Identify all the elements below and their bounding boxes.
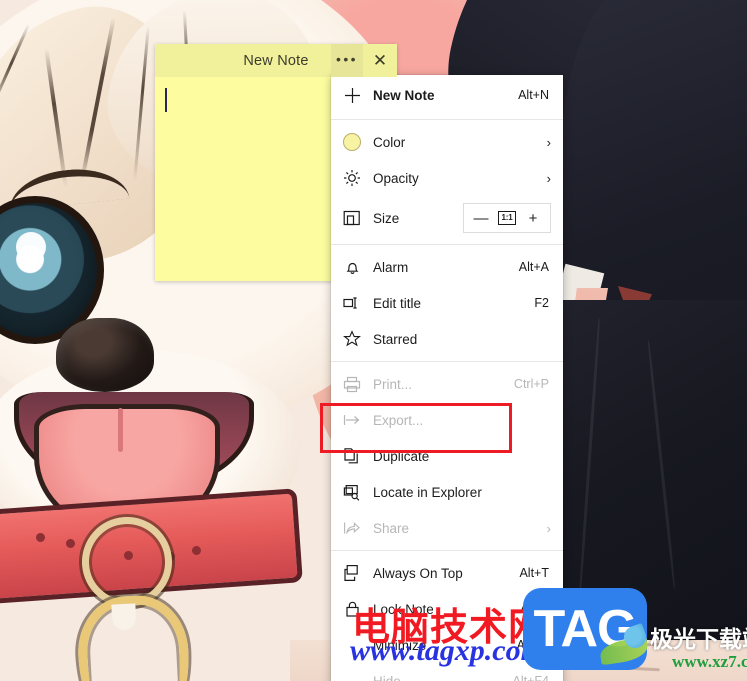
menu-separator — [331, 244, 563, 245]
menu-item-export: Export... — [331, 402, 563, 438]
menu-item-label: Edit title — [373, 295, 422, 311]
star-icon — [331, 330, 373, 348]
chevron-right-icon: › — [546, 520, 551, 536]
menu-item-label: Color — [373, 134, 406, 150]
close-icon: ✕ — [372, 51, 388, 70]
menu-item-always-on-top[interactable]: Always On Top Alt+T — [331, 555, 563, 591]
menu-item-label: Always On Top — [373, 565, 463, 581]
watermark-jiguang-text: 极光下载站 — [650, 627, 747, 653]
menu-item-label: Hide — [373, 673, 401, 681]
menu-item-label: Alarm — [373, 259, 409, 275]
size-increase-button[interactable]: + — [522, 211, 544, 226]
menu-item-accel: Ctrl+P — [513, 377, 549, 391]
menu-item-label: Export... — [373, 412, 424, 428]
size-decrease-button[interactable]: — — [470, 211, 492, 226]
menu-item-locate-in-explorer[interactable]: Locate in Explorer — [331, 474, 563, 510]
menu-item-color[interactable]: Color › — [331, 124, 563, 160]
duplicate-icon — [331, 447, 373, 465]
menu-item-label: Duplicate — [373, 448, 430, 464]
close-note-button[interactable]: ✕ — [363, 44, 397, 77]
rename-icon — [331, 295, 373, 311]
bell-icon — [331, 259, 373, 276]
menu-item-label: Locate in Explorer — [373, 484, 482, 500]
menu-item-share: Share › — [331, 510, 563, 546]
menu-item-label: Share — [373, 520, 410, 536]
menu-item-label: New Note — [373, 87, 435, 103]
share-icon — [331, 520, 373, 536]
size-value: 1:1 — [497, 211, 517, 225]
menu-item-label: Size — [373, 210, 400, 226]
watermark-xz-url: www.xz7.com — [672, 652, 747, 671]
menu-item-accel: Alt+T — [519, 566, 549, 580]
watermark-leaf-icon — [620, 622, 650, 652]
menu-item-duplicate[interactable]: Duplicate — [331, 438, 563, 474]
menu-separator — [331, 119, 563, 120]
always-on-top-icon — [331, 564, 373, 582]
menu-item-new-note[interactable]: New Note Alt+N — [331, 75, 563, 115]
note-window-buttons: ••• ✕ — [331, 44, 397, 77]
menu-item-print: Print... Ctrl+P — [331, 366, 563, 402]
wallpaper-dog-eye-highlight — [16, 232, 46, 262]
menu-item-label: Opacity — [373, 170, 419, 186]
watermark-jiguang: 极光下载站 — [620, 620, 747, 654]
chevron-right-icon: › — [546, 170, 551, 186]
printer-icon — [331, 376, 373, 393]
menu-separator — [331, 550, 563, 551]
menu-item-accel: Alt+N — [518, 88, 549, 102]
watermark-site-url: www.tagxp.com — [350, 634, 544, 667]
wallpaper-dog-tongue-crease — [118, 408, 123, 452]
color-swatch-icon — [331, 133, 373, 151]
menu-item-label: Starred — [373, 331, 418, 347]
chevron-right-icon: › — [546, 134, 551, 150]
export-icon — [331, 413, 373, 427]
locate-icon — [331, 484, 373, 501]
ellipsis-icon: ••• — [336, 51, 358, 67]
menu-item-size[interactable]: Size — 1:1 + — [331, 196, 563, 240]
plus-icon — [331, 87, 373, 104]
menu-separator — [331, 361, 563, 362]
more-options-button[interactable]: ••• — [331, 44, 363, 77]
menu-item-accel: F2 — [534, 296, 549, 310]
menu-item-starred[interactable]: Starred — [331, 321, 563, 357]
note-title: New Note — [243, 52, 309, 69]
menu-item-label: Print... — [373, 376, 413, 392]
menu-item-accel: Alt+F4 — [512, 674, 549, 681]
text-caret — [165, 88, 167, 112]
resize-icon — [331, 209, 373, 227]
screen-root: New Note ••• ✕ New Note Alt+N Color › Op… — [0, 0, 747, 681]
menu-item-edit-title[interactable]: Edit title F2 — [331, 285, 563, 321]
menu-item-accel: Alt+A — [518, 260, 549, 274]
menu-item-opacity[interactable]: Opacity › — [331, 160, 563, 196]
size-stepper[interactable]: — 1:1 + — [463, 203, 551, 233]
note-context-menu[interactable]: New Note Alt+N Color › Opacity › Size — … — [331, 75, 563, 681]
menu-item-alarm[interactable]: Alarm Alt+A — [331, 249, 563, 285]
wallpaper-dog-nose — [56, 318, 154, 392]
brightness-icon — [331, 169, 373, 187]
